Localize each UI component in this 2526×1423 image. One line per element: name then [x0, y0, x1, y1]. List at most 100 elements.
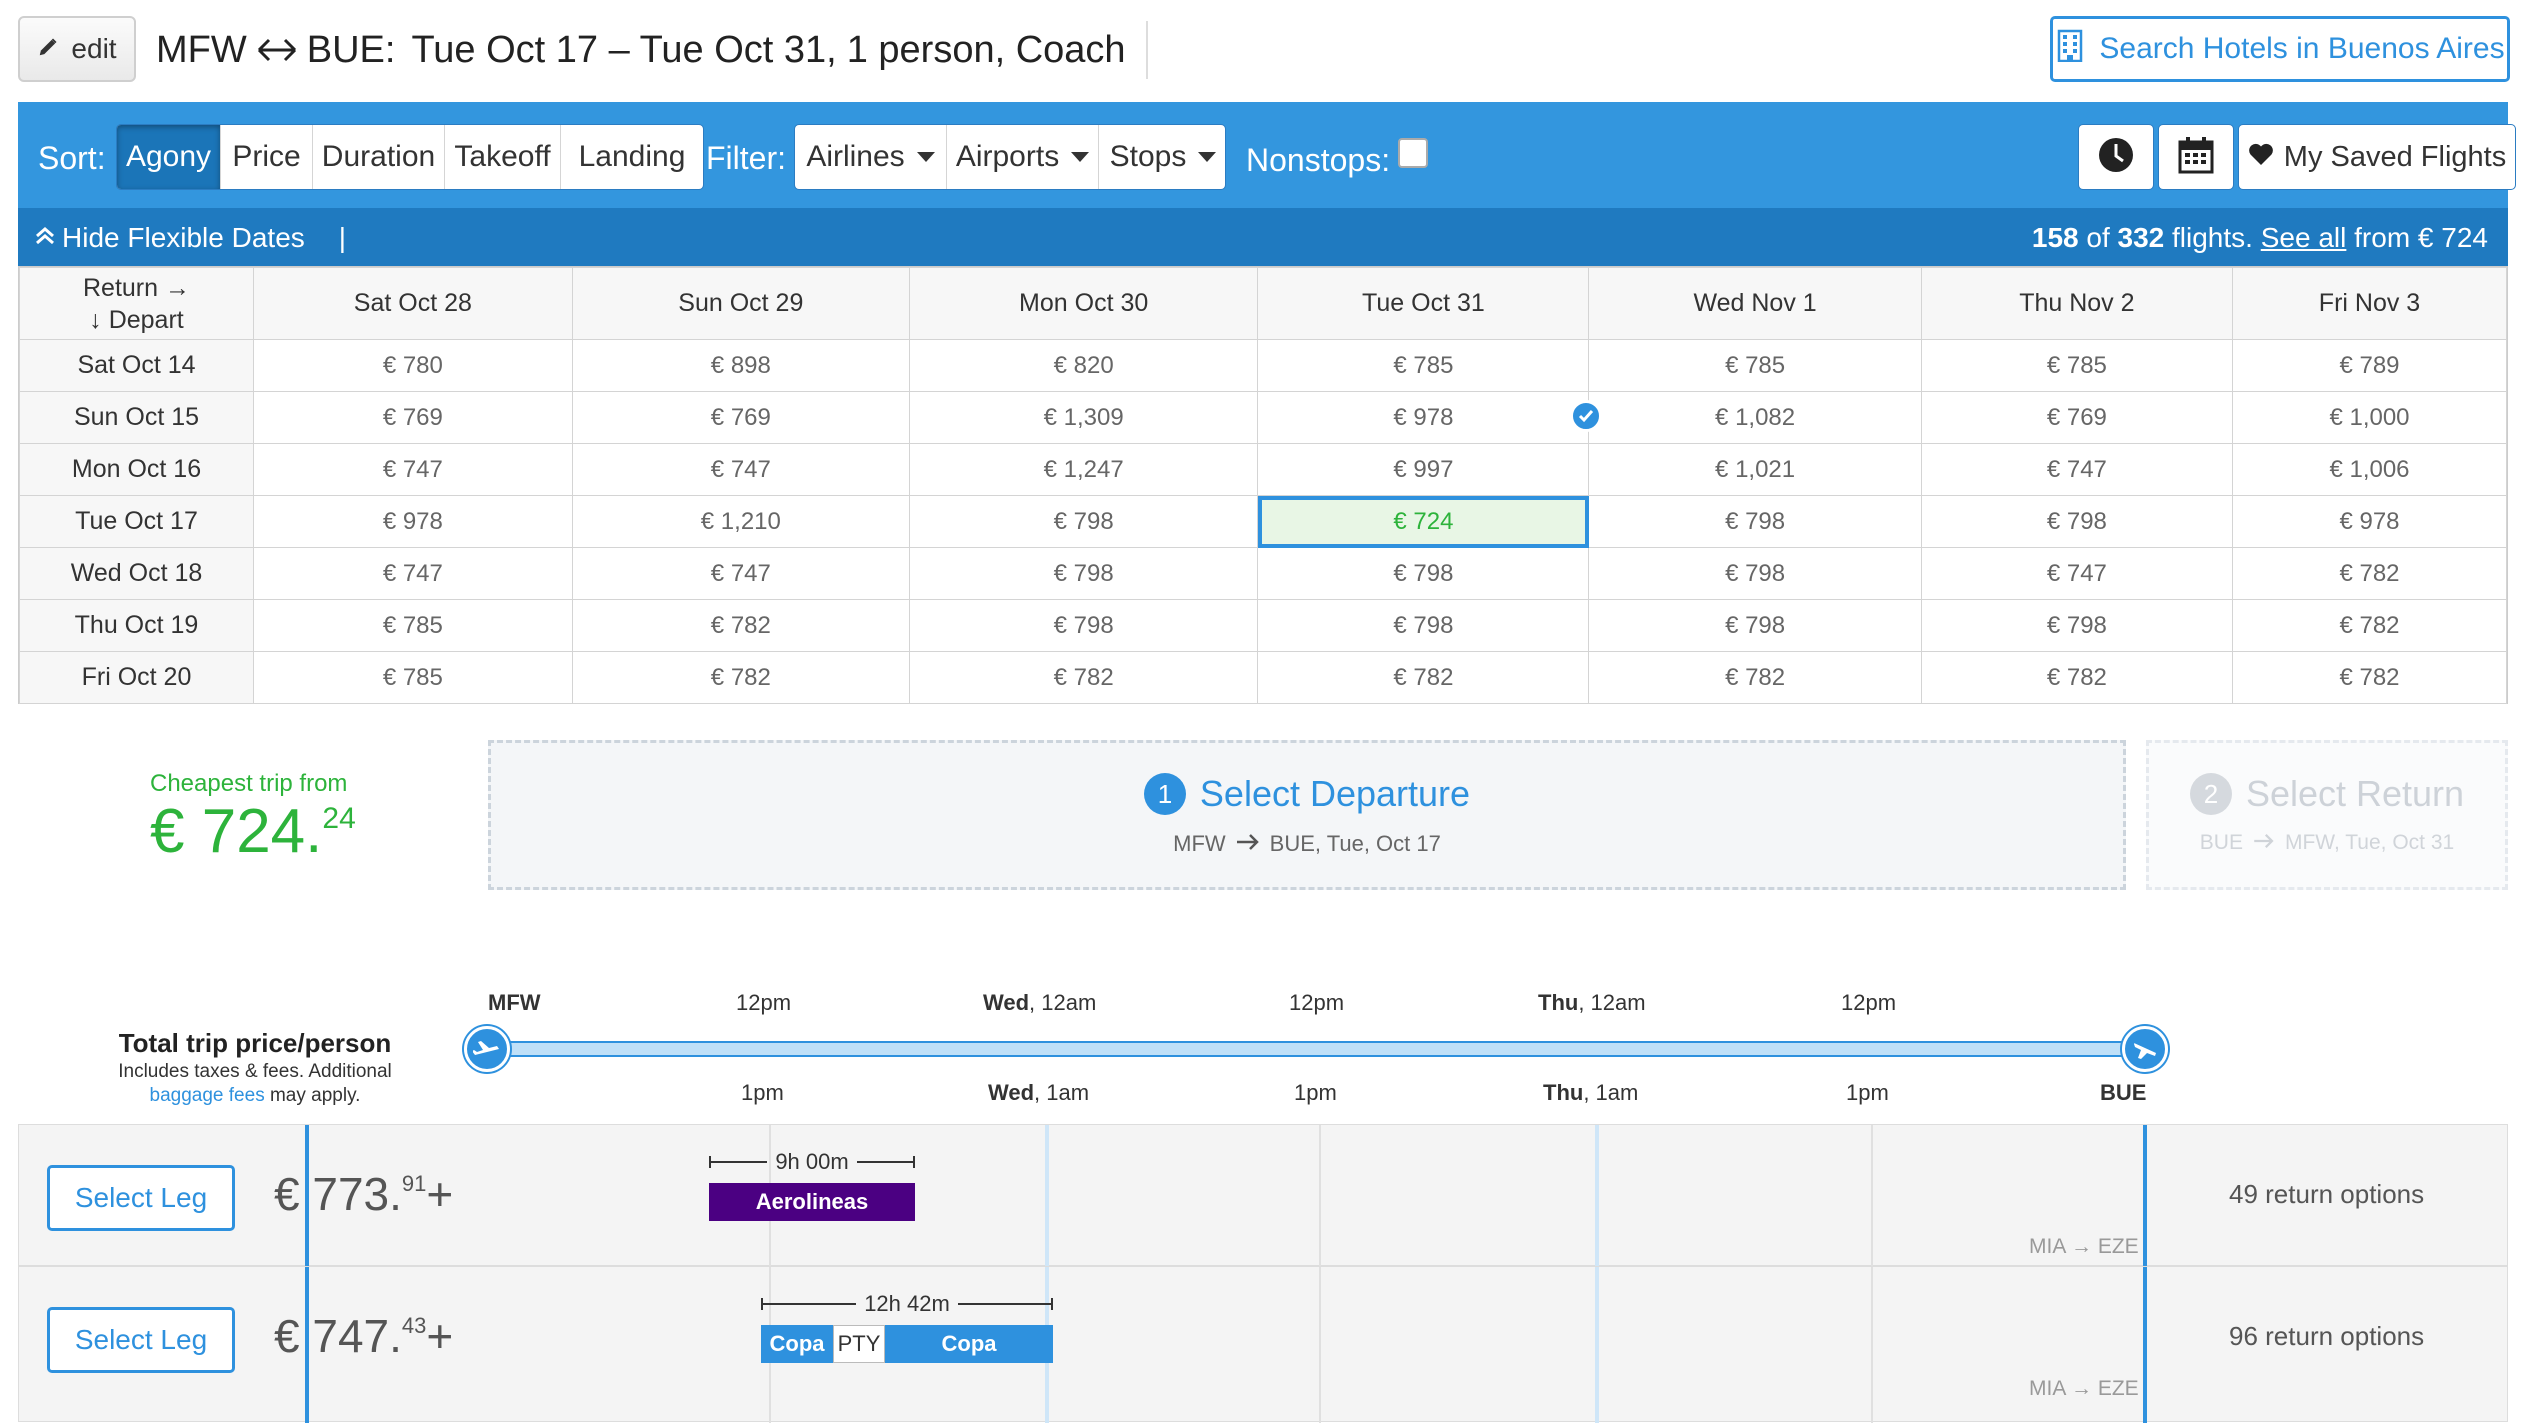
clock-icon	[2097, 136, 2135, 179]
matrix-price-cell[interactable]: € 769	[253, 391, 573, 444]
layover-segment[interactable]: PTY	[833, 1325, 885, 1363]
calendar-button[interactable]	[2158, 124, 2234, 190]
matrix-price-cell[interactable]: € 898	[571, 339, 910, 392]
matrix-price-cell[interactable]: € 798	[1588, 547, 1922, 600]
filter-airports-dropdown[interactable]: Airports	[947, 125, 1099, 189]
heart-icon	[2248, 141, 2274, 174]
search-hotels-button[interactable]: Search Hotels in Buenos Aires	[2050, 16, 2510, 82]
matrix-price-cell[interactable]: € 785	[1920, 339, 2234, 392]
matrix-price-cell[interactable]: € 747	[571, 547, 910, 600]
matrix-price-cell[interactable]: € 747	[1920, 443, 2234, 496]
airline-segment-bar[interactable]: Aerolineas	[709, 1183, 915, 1221]
matrix-price-cell[interactable]: € 1,210	[571, 495, 910, 548]
matrix-price-cell[interactable]: € 789	[2232, 339, 2507, 392]
matrix-row: Thu Oct 19 € 785 € 782 € 798 € 798 € 798 € 798…	[19, 599, 2507, 652]
matrix-price-cell[interactable]: € 747	[571, 443, 910, 496]
select-leg-button[interactable]: Select Leg	[47, 1307, 235, 1373]
matrix-price-cell[interactable]: € 798	[1920, 495, 2234, 548]
sort-takeoff-button[interactable]: Takeoff	[445, 125, 561, 189]
departure-from: MFW	[1173, 831, 1226, 856]
matrix-price-cell[interactable]: € 782	[2232, 599, 2507, 652]
matrix-price-cell[interactable]: € 1,082	[1588, 391, 1922, 444]
airline-segment-bar[interactable]: Copa	[761, 1325, 833, 1363]
timeline-track[interactable]	[488, 1041, 2144, 1057]
filter-airlines-dropdown[interactable]: Airlines	[795, 125, 947, 189]
sort-button-group: Agony Price Duration Takeoff Landing	[116, 124, 704, 190]
return-date-header: Mon Oct 30	[908, 267, 1259, 340]
matrix-price-cell[interactable]: € 782	[571, 651, 910, 704]
matrix-price-cell[interactable]: € 724	[1257, 495, 1590, 548]
matrix-price-cell[interactable]: € 782	[1257, 651, 1590, 704]
filter-stops-dropdown[interactable]: Stops	[1099, 125, 1225, 189]
header: edit MFW BUE: Tue Oct 17 – Tue Oct 31, 1…	[0, 0, 2526, 100]
matrix-price-cell[interactable]: € 782	[2232, 547, 2507, 600]
matrix-price-cell[interactable]: € 798	[1588, 495, 1922, 548]
matrix-price-cell[interactable]: € 747	[253, 443, 573, 496]
nonstops-checkbox[interactable]	[1398, 138, 1428, 168]
see-all-link[interactable]: See all	[2261, 222, 2347, 253]
timeline-bottom-tick: 1pm	[741, 1080, 784, 1105]
flight-duration: 9h 00m	[709, 1149, 916, 1175]
matrix-price-cell[interactable]: € 1,247	[908, 443, 1259, 496]
edit-button[interactable]: edit	[18, 16, 136, 82]
matrix-price-cell[interactable]: € 997	[1257, 443, 1590, 496]
matrix-price-cell[interactable]: € 978	[1257, 391, 1590, 444]
matrix-price-cell[interactable]: € 747	[1920, 547, 2234, 600]
matrix-price-cell[interactable]: € 782	[908, 651, 1259, 704]
header-divider	[1145, 21, 1148, 79]
sort-price-button[interactable]: Price	[221, 125, 313, 189]
total-trip-price-label: Total trip price/person	[118, 1028, 392, 1058]
matrix-price-cell[interactable]: € 1,021	[1588, 443, 1922, 496]
matrix-price-cell[interactable]: € 978	[253, 495, 573, 548]
takeoff-plane-icon[interactable]	[464, 1026, 510, 1072]
from-price-text: from € 724	[2354, 222, 2488, 253]
matrix-price-cell[interactable]: € 798	[908, 495, 1259, 548]
landing-plane-icon[interactable]	[2122, 1026, 2168, 1072]
filter-label: Filter:	[706, 140, 786, 176]
sort-agony-button[interactable]: Agony	[117, 125, 221, 189]
matrix-price-cell[interactable]: € 782	[571, 599, 910, 652]
matrix-price-cell[interactable]: € 798	[908, 599, 1259, 652]
total-trip-note-line2: may apply.	[269, 1085, 361, 1106]
matrix-price-cell[interactable]: € 785	[1588, 339, 1922, 392]
sort-duration-button[interactable]: Duration	[313, 125, 445, 189]
matrix-price-cell[interactable]: € 747	[253, 547, 573, 600]
hide-flexible-dates-toggle[interactable]: Hide Flexible Dates |	[34, 222, 346, 254]
select-departure-title: Select Departure	[1199, 773, 1471, 814]
matrix-price-cell[interactable]: € 780	[253, 339, 573, 392]
airline-segment-bar[interactable]: Copa	[885, 1325, 1053, 1363]
matrix-price-cell[interactable]: € 782	[2232, 651, 2507, 704]
matrix-price-cell[interactable]: € 798	[1920, 599, 2234, 652]
matrix-price-cell[interactable]: € 798	[1588, 599, 1922, 652]
matrix-price-cell[interactable]: € 798	[908, 547, 1259, 600]
matrix-price-cell[interactable]: € 782	[1588, 651, 1922, 704]
matrix-price-cell[interactable]: € 785	[1257, 339, 1590, 392]
baggage-fees-link[interactable]: baggage fees	[150, 1085, 265, 1106]
select-departure-panel[interactable]: 1 Select Departure MFW BUE, Tue, Oct 17	[488, 740, 2126, 890]
matrix-price-cell[interactable]: € 798	[1257, 599, 1590, 652]
arrow-right-icon	[2253, 831, 2275, 855]
timeline-start-line	[305, 1125, 309, 1267]
time-filter-button[interactable]	[2078, 124, 2154, 190]
matrix-price-cell[interactable]: € 820	[908, 339, 1259, 392]
matrix-price-cell[interactable]: € 798	[1257, 547, 1590, 600]
timeline-bottom-tick: 1pm	[1846, 1080, 1889, 1105]
matrix-price-cell[interactable]: € 978	[2232, 495, 2507, 548]
select-return-title: Select Return	[2245, 773, 2465, 814]
filter-button-group: Airlines Airports Stops	[794, 124, 1226, 190]
select-leg-button[interactable]: Select Leg	[47, 1165, 235, 1231]
sort-landing-button[interactable]: Landing	[561, 125, 703, 189]
matrix-price-cell[interactable]: € 769	[1920, 391, 2234, 444]
my-saved-flights-button[interactable]: My Saved Flights	[2238, 124, 2516, 190]
matrix-price-cell[interactable]: € 785	[253, 599, 573, 652]
matrix-price-cell[interactable]: € 769	[571, 391, 910, 444]
depart-date-header: Mon Oct 16	[19, 443, 254, 496]
matrix-price-cell[interactable]: € 782	[1920, 651, 2234, 704]
return-date-header: Tue Oct 31	[1257, 267, 1590, 340]
matrix-price-cell[interactable]: € 1,309	[908, 391, 1259, 444]
matrix-price-cell[interactable]: € 1,000	[2232, 391, 2507, 444]
total-trip-note: Includes taxes & fees. Additional baggag…	[90, 1060, 420, 1108]
matrix-price-cell[interactable]: € 785	[253, 651, 573, 704]
pencil-icon	[37, 33, 59, 65]
matrix-price-cell[interactable]: € 1,006	[2232, 443, 2507, 496]
